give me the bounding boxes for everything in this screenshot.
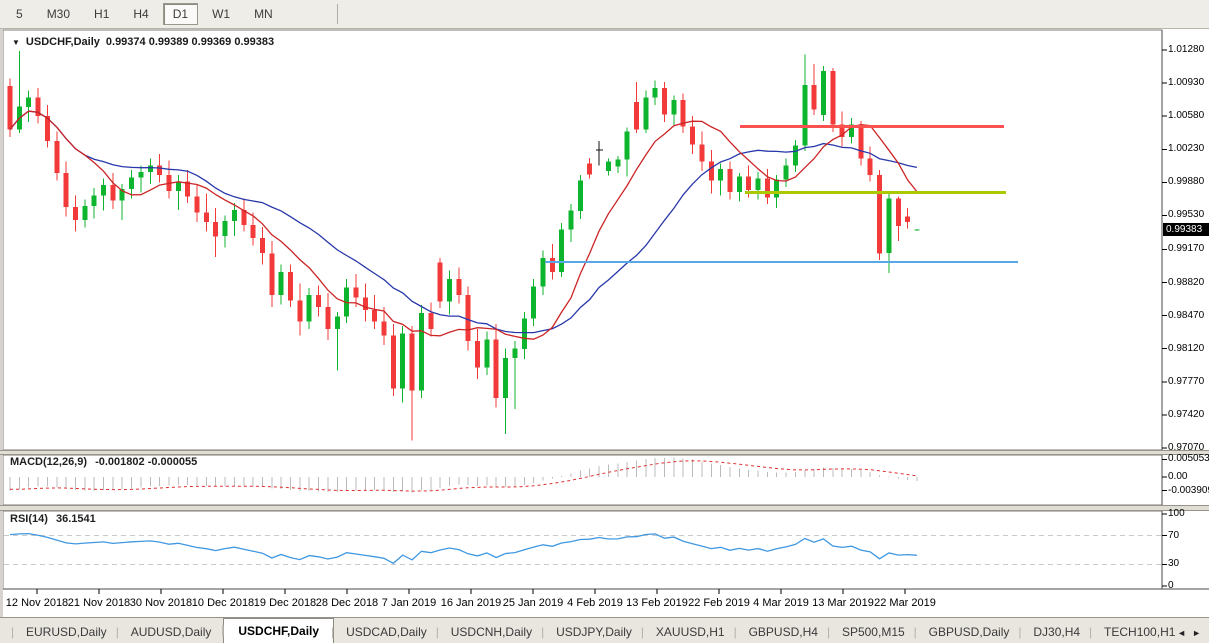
tab-scroll-left-icon[interactable]: ◄ xyxy=(1177,628,1186,638)
symbol-tab[interactable]: SP500,M15 xyxy=(827,621,917,643)
window-left-border xyxy=(0,29,3,617)
trading-app-window: 5 M30 H1 H4 D1 W1 MN ▼ USDCHF,Daily 0.99374 0.… xyxy=(0,0,1209,643)
pane-splitter[interactable] xyxy=(0,450,1209,455)
symbol-tabbar: EURUSD,DailyAUDUSD,DailyUSDCHF,DailyUSDC… xyxy=(0,617,1209,643)
symbol-tab[interactable]: EURUSD,Daily xyxy=(11,621,119,643)
price-axis-tick: 1.00230 xyxy=(1168,143,1205,155)
symbol-tab[interactable]: AUDUSD,Daily xyxy=(116,621,224,643)
rsi-axis-tick: 30 xyxy=(1168,558,1180,570)
toolbar-separator xyxy=(336,4,338,24)
rsi-indicator-label: RSI(14) 36.1541 xyxy=(10,513,96,525)
rsi-axis-tick: 0 xyxy=(1168,580,1174,591)
tab-scroll-right-icon[interactable]: ► xyxy=(1192,628,1201,638)
price-axis-tick: 0.99170 xyxy=(1168,243,1205,255)
rsi-name: RSI(14) xyxy=(10,513,48,525)
chart-title: ▼ USDCHF,Daily 0.99374 0.99389 0.99369 0… xyxy=(12,36,274,48)
symbol-tabs: EURUSD,DailyAUDUSD,DailyUSDCHF,DailyUSDC… xyxy=(0,618,1177,643)
rsi-value: 36.1541 xyxy=(55,513,96,525)
symbol-tab[interactable]: USDCAD,Daily xyxy=(331,621,439,643)
macd-axis-tick: -0.003909 xyxy=(1168,484,1209,496)
price-axis-tick: 0.98120 xyxy=(1168,342,1205,354)
current-price-tag: 0.99383 xyxy=(1163,223,1209,236)
collapse-triangle-icon[interactable]: ▼ xyxy=(12,38,20,47)
price-axis-tick: 0.99530 xyxy=(1168,209,1205,221)
timeframe-button[interactable]: D1 xyxy=(162,3,199,25)
timeframe-button[interactable]: W1 xyxy=(202,3,240,25)
symbol-tab[interactable]: USDCHF,Daily xyxy=(221,618,335,643)
rsi-axis-tick: 70 xyxy=(1168,529,1180,541)
price-axis-tick: 0.98470 xyxy=(1168,309,1205,321)
timeframe-button[interactable]: M30 xyxy=(37,3,80,25)
symbol-tab[interactable]: GBPUSD,Daily xyxy=(914,621,1022,643)
symbol-tab[interactable]: XAUUSD,H1 xyxy=(641,621,737,643)
pane-splitter[interactable] xyxy=(0,505,1209,511)
macd-values: -0.001802 -0.000055 xyxy=(95,456,198,468)
rsi-axis-tick: 100 xyxy=(1168,508,1185,519)
price-axis-tick: 1.00930 xyxy=(1168,77,1205,89)
macd-axis-tick: 0.00 xyxy=(1168,471,1188,482)
price-axis-tick: 0.97070 xyxy=(1168,441,1205,453)
symbol-tab[interactable]: USDJPY,Daily xyxy=(541,621,644,643)
tab-scroll-arrows: ◄ ► xyxy=(1177,628,1209,643)
price-axis-tick: 1.01280 xyxy=(1168,44,1205,55)
date-axis-label: 22 Mar 2019 xyxy=(874,597,936,609)
price-axis-tick: 0.98820 xyxy=(1168,276,1205,288)
price-axis-tick: 0.97420 xyxy=(1168,408,1205,420)
timeframe-button[interactable]: H4 xyxy=(123,3,158,25)
timeframe-button[interactable]: 5 xyxy=(6,3,33,25)
macd-name: MACD(12,26,9) xyxy=(10,456,88,468)
timeframe-button[interactable]: H1 xyxy=(84,3,119,25)
chart-canvas[interactable] xyxy=(0,0,1209,642)
timeframe-button[interactable]: MN xyxy=(244,3,283,25)
macd-axis-tick: 0.005053 xyxy=(1168,453,1209,465)
symbol-tab[interactable]: TECH100,H1 xyxy=(1089,621,1177,643)
timeframe-list: 5 M30 H1 H4 D1 W1 MN xyxy=(0,0,285,28)
chart-symbol-label: USDCHF,Daily xyxy=(25,36,100,48)
symbol-tab[interactable]: DJ30,H4 xyxy=(1018,621,1092,643)
symbol-tab[interactable]: GBPUSD,H4 xyxy=(734,621,830,643)
price-axis-tick: 1.00580 xyxy=(1168,110,1205,122)
timeframe-toolbar: 5 M30 H1 H4 D1 W1 MN xyxy=(0,0,1209,29)
chart-ohlc-values: 0.99374 0.99389 0.99369 0.99383 xyxy=(105,36,275,48)
symbol-tab[interactable]: USDCNH,Daily xyxy=(436,621,544,643)
price-axis-tick: 0.99880 xyxy=(1168,176,1205,188)
price-axis-tick: 0.97770 xyxy=(1168,375,1205,387)
macd-indicator-label: MACD(12,26,9) -0.001802 -0.000055 xyxy=(10,456,197,468)
